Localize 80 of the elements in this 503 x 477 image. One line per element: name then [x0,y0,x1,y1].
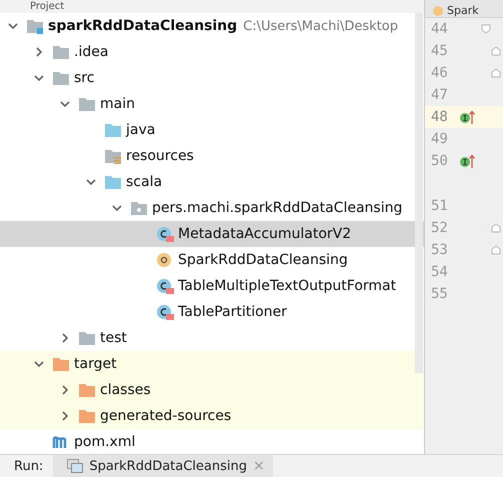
node-name: TablePartitioner [178,304,287,320]
line-number: 47 [430,87,449,103]
tree-row[interactable]: SparkRddDataCleansing [0,247,424,273]
tree-row[interactable]: resources [0,143,424,169]
tree-row[interactable]: java [0,117,424,143]
class-icon [156,278,174,294]
console-icon [67,459,84,473]
tree-row[interactable]: sparkRddDataCleansing C:\Users\Machi\Desktop [0,13,424,39]
node-name: java [126,122,156,138]
node-name: pom.xml [74,434,136,450]
tree-row[interactable]: scala [0,169,424,195]
chevron-down-icon[interactable] [8,21,18,31]
node-name: classes [100,382,151,398]
object-icon [433,6,443,16]
chevron-down-icon[interactable] [86,177,96,187]
scrollbar[interactable] [415,13,423,373]
chevron-right-icon[interactable] [60,385,70,395]
line-number: 46 [430,65,449,81]
panel-title: Project [30,1,64,13]
line-number: 52 [430,220,449,236]
chevron-down-icon[interactable] [34,73,44,83]
node-name: main [100,96,135,112]
node-name: .idea [74,44,108,60]
tree-row[interactable]: main [0,91,424,117]
folder-icon [78,330,96,346]
node-name: test [100,330,127,346]
folder-icon [78,382,96,398]
node-name: TableMultipleTextOutputFormat [178,278,396,294]
line-number: 45 [430,43,449,59]
run-tab-title: SparkRddDataCleansing [89,458,248,474]
folder-icon [104,174,122,190]
node-name: scala [126,174,162,190]
folder-icon [52,44,70,60]
resources-folder-icon [104,148,122,164]
node-name: resources [126,148,194,164]
tree-row[interactable]: pers.machi.sparkRddDataCleansing [0,195,424,221]
line-number: 55 [430,286,449,302]
tree-row[interactable]: target [0,351,424,377]
tree-row[interactable]: TablePartitioner [0,299,424,325]
line-number: 54 [430,264,449,280]
tree-row[interactable]: pom.xml [0,429,424,454]
folder-icon [52,70,70,86]
chevron-down-icon[interactable] [34,359,44,369]
chevron-right-icon[interactable] [60,411,70,421]
node-name: sparkRddDataCleansing [48,18,238,34]
line-number: 50 [430,153,449,169]
line-number: 51 [430,198,449,214]
node-name: SparkRddDataCleansing [178,252,348,268]
module-path: C:\Users\Machi\Desktop [243,18,398,34]
tree-row[interactable]: generated-sources [0,403,424,429]
package-folder-icon [130,200,148,216]
node-name: src [74,70,94,86]
line-number: 44 [430,21,449,37]
tree-row[interactable]: .idea [0,39,424,65]
chevron-right-icon[interactable] [34,47,44,57]
chevron-down-icon[interactable] [60,99,70,109]
class-icon [156,304,174,320]
line-number: 48 [430,109,449,125]
tree-row[interactable]: MetadataAccumulatorV2 [0,221,424,247]
chevron-right-icon[interactable] [60,333,70,343]
run-label: Run: [13,458,44,474]
folder-icon [78,96,96,112]
tree-row[interactable]: classes [0,377,424,403]
folder-icon [104,122,122,138]
node-name: pers.machi.sparkRddDataCleansing [152,200,402,216]
node-name: MetadataAccumulatorV2 [178,226,352,242]
chevron-down-icon[interactable] [112,203,122,213]
node-name: generated-sources [100,408,232,424]
object-icon [156,252,174,268]
line-number: 49 [430,131,449,147]
run-tab[interactable]: SparkRddDataCleansing × [53,455,273,477]
node-name: target [74,356,117,372]
tree-row[interactable]: TableMultipleTextOutputFormat [0,273,424,299]
folder-icon [52,356,70,372]
class-icon [156,226,174,242]
folder-icon [78,408,96,424]
module-folder-icon [26,18,44,34]
line-number: 53 [430,242,449,258]
tree-row[interactable]: test [0,325,424,351]
tree-row[interactable]: src [0,65,424,91]
